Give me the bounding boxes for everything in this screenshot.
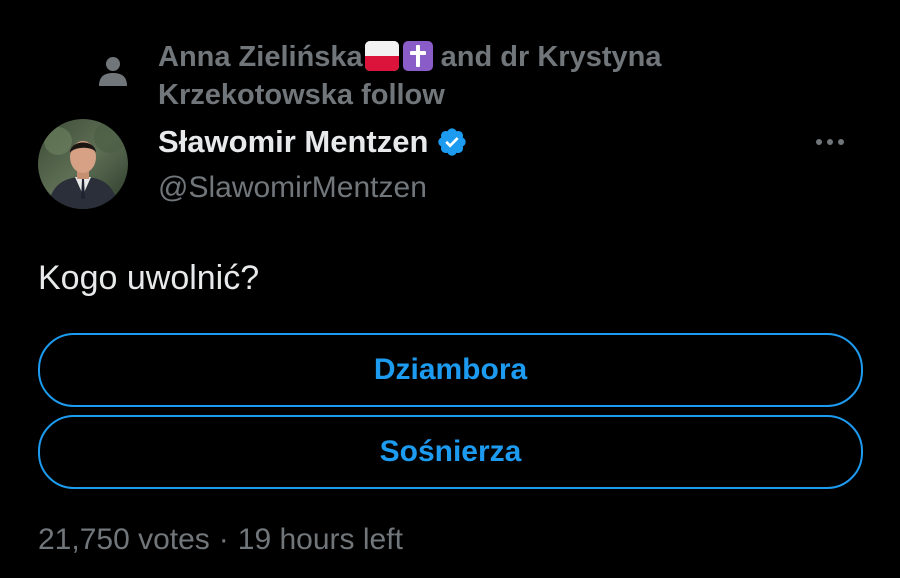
author-name[interactable]: Sławomir Mentzen — [158, 120, 468, 164]
poll-option-label: Dziambora — [373, 353, 528, 386]
more-options-button[interactable] — [808, 124, 852, 160]
author-handle[interactable]: @SlawomirMentzen — [158, 166, 427, 210]
social-context-suffix-1: and dr Krystyna — [440, 41, 662, 73]
social-context: Anna Zielińska and dr Krystyna Krzekotows… — [96, 38, 736, 114]
poll-option-button[interactable]: Sośnierza — [38, 415, 863, 489]
tweet-text: Kogo uwolnić? — [38, 259, 260, 297]
social-context-text[interactable]: Anna Zielińska and dr Krystyna Krzekotows… — [158, 38, 661, 114]
social-context-suffix-2: Krzekotowska follow — [158, 79, 445, 111]
verified-badge-icon — [438, 128, 467, 156]
poll-votes: 21,750 votes — [38, 523, 210, 556]
avatar-image — [38, 119, 128, 209]
poll-option-button[interactable]: Dziambora — [38, 333, 863, 407]
poll-time-left: 19 hours left — [237, 523, 403, 556]
person-icon — [99, 57, 127, 86]
more-dot-icon — [816, 139, 822, 145]
poll-option-label: Sośnierza — [379, 435, 522, 468]
more-dot-icon — [838, 139, 844, 145]
poll-separator: · — [218, 523, 229, 556]
poland-flag-icon — [364, 41, 399, 71]
avatar[interactable] — [38, 119, 128, 209]
cross-icon — [402, 41, 433, 71]
poll-meta: 21,750 votes · 19 hours left — [38, 519, 403, 561]
follower-name[interactable]: Anna Zielińska — [158, 41, 363, 73]
author-display-name[interactable]: Sławomir Mentzen — [158, 120, 428, 164]
more-dot-icon — [827, 139, 833, 145]
